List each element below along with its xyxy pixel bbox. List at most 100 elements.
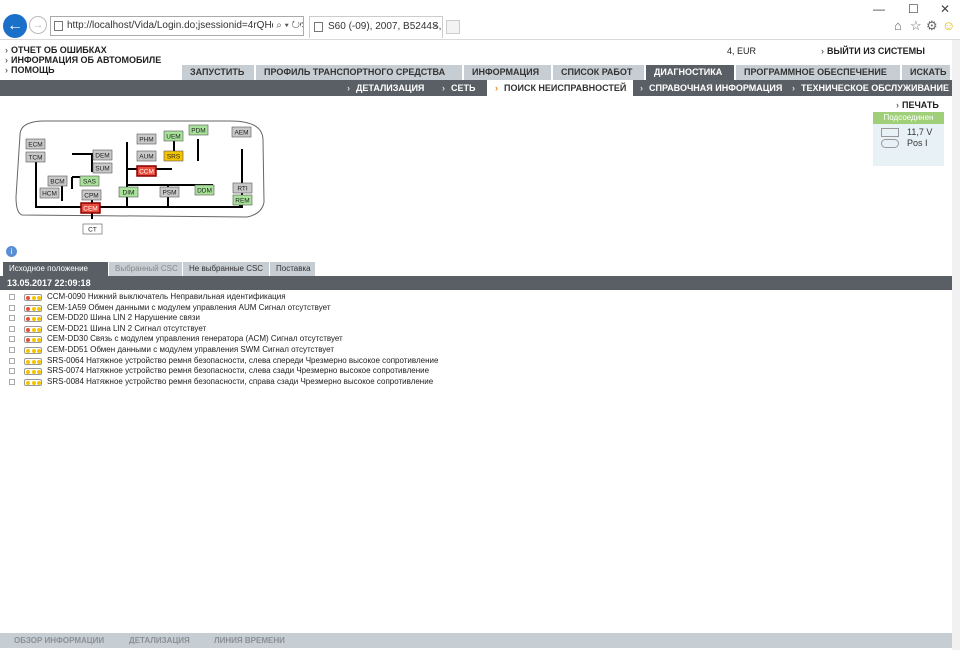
dtc-status-icon <box>24 336 42 344</box>
module-label-bcm: BCM <box>50 179 64 186</box>
dtc-text: CEM-DD30 Связь с модулем управления гене… <box>47 334 343 344</box>
dtc-text: CEM-1A59 Обмен данными с модулем управле… <box>47 302 331 312</box>
subnav-troubleshooting-label: ПОИСК НЕИСПРАВНОСТЕЙ <box>504 83 627 93</box>
bottom-nav-overview[interactable]: ОБЗОР ИНФОРМАЦИИ <box>14 633 104 648</box>
dtc-text: SRS-0074 Натяжное устройство ремня безоп… <box>47 366 430 376</box>
top-menu-help[interactable]: ПОМОЩЬ <box>5 65 161 75</box>
dtc-row[interactable]: CEM-1A59 Обмен данными с модулем управле… <box>9 303 438 314</box>
subnav-network-label: СЕТЬ <box>451 83 476 93</box>
module-label-ddm: DDM <box>197 188 212 195</box>
tab-selected-csc[interactable]: Выбранный CSC <box>109 262 183 276</box>
address-bar[interactable]: http://localhost/Vida/Login.do;jsessioni… <box>50 16 304 36</box>
currency-label: 4, EUR <box>727 46 757 56</box>
top-menu-vehicle-info[interactable]: ИНФОРМАЦИЯ ОБ АВТОМОБИЛЕ <box>5 55 161 65</box>
tab-information[interactable]: ИНФОРМАЦИЯ <box>464 65 553 80</box>
module-label-uem: UEM <box>166 134 180 141</box>
dtc-row[interactable]: CEM-DD51 Обмен данными с модулем управле… <box>9 345 438 356</box>
expand-icon[interactable] <box>9 378 15 385</box>
star-icon[interactable]: ☆ <box>910 18 922 34</box>
subnav-maintenance-label: ТЕХНИЧЕСКОЕ ОБСЛУЖИВАНИЕ <box>801 83 949 93</box>
dtc-list: CCM-0090 Нижний выключатель Неправильная… <box>9 292 438 387</box>
expand-icon[interactable] <box>9 368 15 375</box>
close-window-icon[interactable]: ✕ <box>940 2 950 16</box>
dtc-text: SRS-0084 Натяжное устройство ремня безоп… <box>47 376 434 386</box>
ignition-position: Pos I <box>907 138 928 148</box>
module-label-ccm: CCM <box>139 169 154 176</box>
tab-title: S60 (-09), 2007, B5244S, M5... <box>328 21 442 32</box>
browser-chrome: ← → http://localhost/Vida/Login.do;jsess… <box>0 0 960 40</box>
dtc-status-icon <box>24 368 42 376</box>
dtc-status-icon <box>24 325 42 333</box>
dtc-status-icon <box>24 315 42 323</box>
tab-vehicle-profile[interactable]: ПРОФИЛЬ ТРАНСПОРТНОГО СРЕДСТВА <box>256 65 464 80</box>
dtc-status-icon <box>24 304 42 312</box>
bottom-nav-detail[interactable]: ДЕТАЛИЗАЦИЯ <box>129 633 190 648</box>
dtc-text: CEM-DD21 Шина LIN 2 Сигнал отсутствует <box>47 323 207 333</box>
subnav-reference-label: СПРАВОЧНАЯ ИНФОРМАЦИЯ <box>649 83 783 93</box>
dtc-row[interactable]: CEM-DD21 Шина LIN 2 Сигнал отсутствует <box>9 324 438 335</box>
module-label-cpm: CPM <box>84 193 98 200</box>
subnav-reference[interactable]: › СПРАВОЧНАЯ ИНФОРМАЦИЯ <box>640 80 782 96</box>
dtc-row[interactable]: SRS-0064 Натяжное устройство ремня безоп… <box>9 356 438 367</box>
dtc-text: CEM-DD20 Шина LIN 2 Нарушение связи <box>47 313 200 323</box>
dtc-row[interactable]: SRS-0074 Натяжное устройство ремня безоп… <box>9 366 438 377</box>
tab-work-list[interactable]: СПИСОК РАБОТ <box>553 65 646 80</box>
subnav-network[interactable]: › СЕТЬ <box>442 80 475 96</box>
tab-close-icon[interactable]: × <box>432 17 438 37</box>
info-icon[interactable]: i <box>6 246 17 257</box>
logout-link[interactable]: ВЫЙТИ ИЗ СИСТЕМЫ <box>821 46 925 56</box>
forward-arrow-icon[interactable]: → <box>29 16 47 34</box>
subnav-troubleshooting[interactable]: › ПОИСК НЕИСПРАВНОСТЕЙ <box>487 80 633 96</box>
smiley-icon[interactable]: ☺ <box>942 18 955 33</box>
minimize-icon[interactable]: — <box>873 2 885 16</box>
maximize-icon[interactable]: ☐ <box>908 2 919 16</box>
tab-delivery[interactable]: Поставка <box>270 262 316 276</box>
dtc-text: CEM-DD51 Обмен данными с модулем управле… <box>47 344 335 354</box>
dtc-row[interactable]: SRS-0084 Натяжное устройство ремня безоп… <box>9 377 438 388</box>
vehicle-network-diagram: ECM TCM DEM SUM BCM SAS HCM CPM CEM CT PHM UEM PDM AU… <box>15 120 265 235</box>
expand-icon[interactable] <box>9 357 15 364</box>
bottom-nav-timeline[interactable]: ЛИНИЯ ВРЕМЕНИ <box>214 633 285 648</box>
top-menu-error-report[interactable]: ОТЧЕТ ОБ ОШИБКАХ <box>5 45 161 55</box>
tab-search[interactable]: ИСКАТЬ <box>902 65 952 80</box>
subnav-maintenance[interactable]: › ТЕХНИЧЕСКОЕ ОБСЛУЖИВАНИЕ <box>792 80 949 96</box>
module-label-psm: PSM <box>162 190 176 197</box>
tab-software[interactable]: ПРОГРАММНОЕ ОБЕСПЕЧЕНИЕ <box>736 65 902 80</box>
expand-icon[interactable] <box>9 346 15 353</box>
module-label-aum: AUM <box>139 154 153 161</box>
module-label-sum: SUM <box>95 166 109 173</box>
expand-icon[interactable] <box>9 304 15 311</box>
tab-initial-state[interactable]: Исходное положение <box>3 262 109 276</box>
url-text: http://localhost/Vida/Login.do;jsessioni… <box>67 20 304 31</box>
new-tab-button[interactable] <box>446 20 460 34</box>
back-arrow-icon[interactable]: ← <box>3 14 27 38</box>
module-label-ct: CT <box>88 227 97 234</box>
module-label-rti: RTI <box>237 186 248 193</box>
gear-icon[interactable]: ⚙ <box>926 18 938 34</box>
home-icon[interactable]: ⌂ <box>894 18 902 33</box>
expand-icon[interactable] <box>9 315 15 322</box>
voltage-value: 11,7 V <box>907 127 933 137</box>
module-label-aem: AEM <box>234 130 248 137</box>
dtc-row[interactable]: CEM-DD30 Связь с модулем управления гене… <box>9 334 438 345</box>
module-label-dim: DIM <box>123 190 135 197</box>
expand-icon[interactable] <box>9 294 15 300</box>
search-refresh-icons[interactable]: ⌕ ▾ ↻ <box>273 17 300 35</box>
tab-diagnostics[interactable]: ДИАГНОСТИКА <box>646 65 736 80</box>
battery-icon <box>881 128 899 137</box>
vertical-scrollbar[interactable] <box>952 40 960 650</box>
readout-timestamp: 13.05.2017 22:09:18 <box>0 276 952 290</box>
subnav-detail[interactable]: › ДЕТАЛИЗАЦИЯ <box>347 80 424 96</box>
module-label-dem: DEM <box>95 153 109 160</box>
module-label-srs: SRS <box>167 154 181 161</box>
expand-icon[interactable] <box>9 325 15 332</box>
print-link[interactable]: ПЕЧАТЬ <box>896 100 939 110</box>
dtc-row[interactable]: CEM-DD20 Шина LIN 2 Нарушение связи <box>9 313 438 324</box>
browser-tab[interactable]: S60 (-09), 2007, B5244S, M5... × <box>309 16 443 38</box>
tab-start[interactable]: ЗАПУСТИТЬ <box>182 65 256 80</box>
dtc-row[interactable]: CCM-0090 Нижний выключатель Неправильная… <box>9 292 438 303</box>
tab-unselected-csc[interactable]: Не выбранные CSC <box>183 262 270 276</box>
tab-page-icon <box>314 22 323 32</box>
dtc-status-icon <box>24 346 42 354</box>
expand-icon[interactable] <box>9 336 15 343</box>
